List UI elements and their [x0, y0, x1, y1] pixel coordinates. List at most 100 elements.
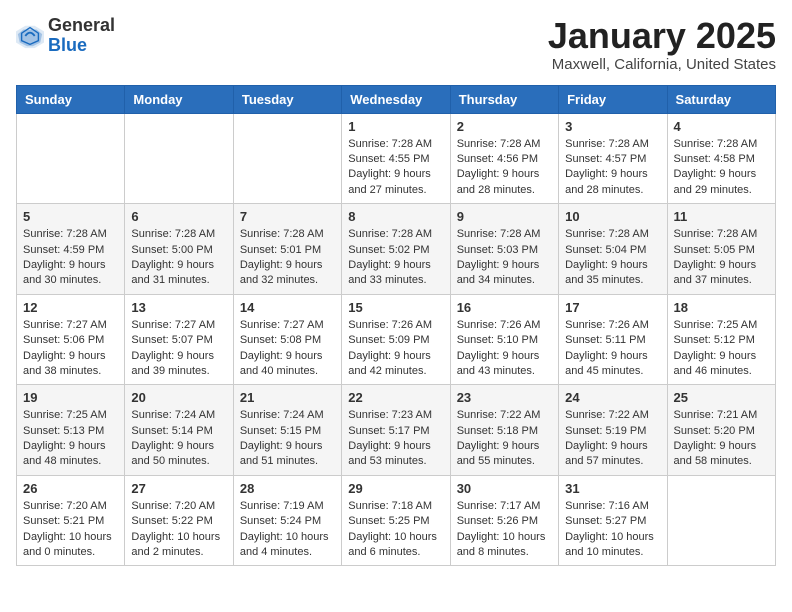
- calendar-cell: [17, 113, 125, 204]
- calendar-cell: 3 Sunrise: 7:28 AM Sunset: 4:57 PM Daylig…: [559, 113, 667, 204]
- cell-content: Sunrise: 7:27 AM Sunset: 5:08 PM Dayligh…: [240, 318, 335, 380]
- day-number: 4: [674, 119, 769, 134]
- week-row-2: 5Sunrise: 7:28 AM Sunset: 4:59 PM Daylig…: [17, 204, 776, 295]
- day-number: 23: [457, 390, 552, 405]
- cell-content: Sunrise: 7:24 AM Sunset: 5:14 PM Dayligh…: [131, 408, 226, 470]
- calendar-table: SundayMondayTuesdayWednesdayThursdayFrid…: [16, 85, 776, 567]
- cell-content: Sunrise: 7:28 AM Sunset: 4:57 PM Dayligh…: [565, 137, 660, 199]
- day-number: 9: [457, 209, 552, 224]
- cell-content: Sunrise: 7:28 AM Sunset: 4:56 PM Dayligh…: [457, 137, 552, 199]
- calendar-cell: 1Sunrise: 7:28 AM Sunset: 4:55 PM Daylig…: [342, 113, 450, 204]
- title-block: January 2025 Maxwell, California, United…: [548, 16, 776, 73]
- cell-content: Sunrise: 7:28 AM Sunset: 5:01 PM Dayligh…: [240, 227, 335, 289]
- day-number: 31: [565, 481, 660, 496]
- cell-content: Sunrise: 7:27 AM Sunset: 5:06 PM Dayligh…: [23, 318, 118, 380]
- cell-content: Sunrise: 7:25 AM Sunset: 5:12 PM Dayligh…: [674, 318, 769, 380]
- calendar-cell: 30 Sunrise: 7:17 AM Sunset: 5:26 PM Dayli…: [450, 475, 558, 566]
- cell-content: Sunrise: 7:22 AM Sunset: 5:18 PM Dayligh…: [457, 408, 552, 470]
- cell-content: Sunrise: 7:28 AM Sunset: 5:00 PM Dayligh…: [131, 227, 226, 289]
- calendar-cell: 11Sunrise: 7:28 AM Sunset: 5:05 PM Dayli…: [667, 204, 775, 295]
- cell-content: Sunrise: 7:21 AM Sunset: 5:20 PM Dayligh…: [674, 408, 769, 470]
- day-number: 27: [131, 481, 226, 496]
- day-number: 29: [348, 481, 443, 496]
- day-number: 30: [457, 481, 552, 496]
- cell-content: Sunrise: 7:28 AM Sunset: 5:04 PM Dayligh…: [565, 227, 660, 289]
- calendar-cell: 20 Sunrise: 7:24 AM Sunset: 5:14 PM Dayli…: [125, 385, 233, 476]
- weekday-header-sunday: Sunday: [17, 85, 125, 113]
- calendar-cell: 7 Sunrise: 7:28 AM Sunset: 5:01 PM Daylig…: [233, 204, 341, 295]
- cell-content: Sunrise: 7:28 AM Sunset: 4:58 PM Dayligh…: [674, 137, 769, 199]
- day-number: 20: [131, 390, 226, 405]
- calendar-cell: 25Sunrise: 7:21 AM Sunset: 5:20 PM Dayli…: [667, 385, 775, 476]
- calendar-cell: 26 Sunrise: 7:20 AM Sunset: 5:21 PM Dayli…: [17, 475, 125, 566]
- week-row-5: 26 Sunrise: 7:20 AM Sunset: 5:21 PM Dayli…: [17, 475, 776, 566]
- calendar-cell: 29Sunrise: 7:18 AM Sunset: 5:25 PM Dayli…: [342, 475, 450, 566]
- cell-content: Sunrise: 7:16 AM Sunset: 5:27 PM Dayligh…: [565, 499, 660, 561]
- cell-content: Sunrise: 7:17 AM Sunset: 5:26 PM Dayligh…: [457, 499, 552, 561]
- day-number: 7: [240, 209, 335, 224]
- calendar-cell: 19 Sunrise: 7:25 AM Sunset: 5:13 PM Dayli…: [17, 385, 125, 476]
- calendar-cell: 16 Sunrise: 7:26 AM Sunset: 5:10 PM Dayli…: [450, 294, 558, 385]
- cell-content: Sunrise: 7:26 AM Sunset: 5:10 PM Dayligh…: [457, 318, 552, 380]
- day-number: 2: [457, 119, 552, 134]
- calendar-cell: 13 Sunrise: 7:27 AM Sunset: 5:07 PM Dayli…: [125, 294, 233, 385]
- calendar-cell: 2 Sunrise: 7:28 AM Sunset: 4:56 PM Daylig…: [450, 113, 558, 204]
- day-number: 21: [240, 390, 335, 405]
- cell-content: Sunrise: 7:28 AM Sunset: 5:02 PM Dayligh…: [348, 227, 443, 289]
- calendar-cell: 22Sunrise: 7:23 AM Sunset: 5:17 PM Dayli…: [342, 385, 450, 476]
- cell-content: Sunrise: 7:24 AM Sunset: 5:15 PM Dayligh…: [240, 408, 335, 470]
- cell-content: Sunrise: 7:20 AM Sunset: 5:22 PM Dayligh…: [131, 499, 226, 561]
- cell-content: Sunrise: 7:28 AM Sunset: 4:55 PM Dayligh…: [348, 137, 443, 199]
- page-header: General Blue January 2025 Maxwell, Calif…: [16, 16, 776, 73]
- cell-content: Sunrise: 7:28 AM Sunset: 5:03 PM Dayligh…: [457, 227, 552, 289]
- calendar-cell: 18Sunrise: 7:25 AM Sunset: 5:12 PM Dayli…: [667, 294, 775, 385]
- logo-text: General Blue: [48, 16, 115, 56]
- day-number: 3: [565, 119, 660, 134]
- weekday-header-thursday: Thursday: [450, 85, 558, 113]
- cell-content: Sunrise: 7:19 AM Sunset: 5:24 PM Dayligh…: [240, 499, 335, 561]
- calendar-cell: 23 Sunrise: 7:22 AM Sunset: 5:18 PM Dayli…: [450, 385, 558, 476]
- day-number: 14: [240, 300, 335, 315]
- calendar-cell: 12 Sunrise: 7:27 AM Sunset: 5:06 PM Dayli…: [17, 294, 125, 385]
- day-number: 6: [131, 209, 226, 224]
- day-number: 16: [457, 300, 552, 315]
- calendar-cell: 24Sunrise: 7:22 AM Sunset: 5:19 PM Dayli…: [559, 385, 667, 476]
- cell-content: Sunrise: 7:25 AM Sunset: 5:13 PM Dayligh…: [23, 408, 118, 470]
- cell-content: Sunrise: 7:20 AM Sunset: 5:21 PM Dayligh…: [23, 499, 118, 561]
- location: Maxwell, California, United States: [548, 56, 776, 73]
- calendar-cell: [233, 113, 341, 204]
- weekday-header-saturday: Saturday: [667, 85, 775, 113]
- calendar-cell: 10 Sunrise: 7:28 AM Sunset: 5:04 PM Dayli…: [559, 204, 667, 295]
- calendar-cell: 21 Sunrise: 7:24 AM Sunset: 5:15 PM Dayli…: [233, 385, 341, 476]
- day-number: 15: [348, 300, 443, 315]
- logo: General Blue: [16, 16, 115, 56]
- day-number: 13: [131, 300, 226, 315]
- cell-content: Sunrise: 7:27 AM Sunset: 5:07 PM Dayligh…: [131, 318, 226, 380]
- calendar-cell: 14 Sunrise: 7:27 AM Sunset: 5:08 PM Dayli…: [233, 294, 341, 385]
- calendar-cell: 15Sunrise: 7:26 AM Sunset: 5:09 PM Dayli…: [342, 294, 450, 385]
- calendar-cell: 31 Sunrise: 7:16 AM Sunset: 5:27 PM Dayli…: [559, 475, 667, 566]
- day-number: 8: [348, 209, 443, 224]
- week-row-1: 1Sunrise: 7:28 AM Sunset: 4:55 PM Daylig…: [17, 113, 776, 204]
- day-number: 26: [23, 481, 118, 496]
- calendar-cell: [125, 113, 233, 204]
- cell-content: Sunrise: 7:26 AM Sunset: 5:11 PM Dayligh…: [565, 318, 660, 380]
- weekday-header-monday: Monday: [125, 85, 233, 113]
- calendar-cell: 4 Sunrise: 7:28 AM Sunset: 4:58 PM Daylig…: [667, 113, 775, 204]
- logo-icon: [16, 22, 44, 50]
- weekday-header-row: SundayMondayTuesdayWednesdayThursdayFrid…: [17, 85, 776, 113]
- week-row-4: 19 Sunrise: 7:25 AM Sunset: 5:13 PM Dayli…: [17, 385, 776, 476]
- day-number: 19: [23, 390, 118, 405]
- weekday-header-tuesday: Tuesday: [233, 85, 341, 113]
- calendar-cell: 6 Sunrise: 7:28 AM Sunset: 5:00 PM Daylig…: [125, 204, 233, 295]
- month-title: January 2025: [548, 16, 776, 56]
- calendar-cell: [667, 475, 775, 566]
- calendar-cell: 5Sunrise: 7:28 AM Sunset: 4:59 PM Daylig…: [17, 204, 125, 295]
- day-number: 10: [565, 209, 660, 224]
- calendar-cell: 8 Sunrise: 7:28 AM Sunset: 5:02 PM Daylig…: [342, 204, 450, 295]
- day-number: 24: [565, 390, 660, 405]
- day-number: 22: [348, 390, 443, 405]
- week-row-3: 12 Sunrise: 7:27 AM Sunset: 5:06 PM Dayli…: [17, 294, 776, 385]
- day-number: 12: [23, 300, 118, 315]
- cell-content: Sunrise: 7:28 AM Sunset: 4:59 PM Dayligh…: [23, 227, 118, 289]
